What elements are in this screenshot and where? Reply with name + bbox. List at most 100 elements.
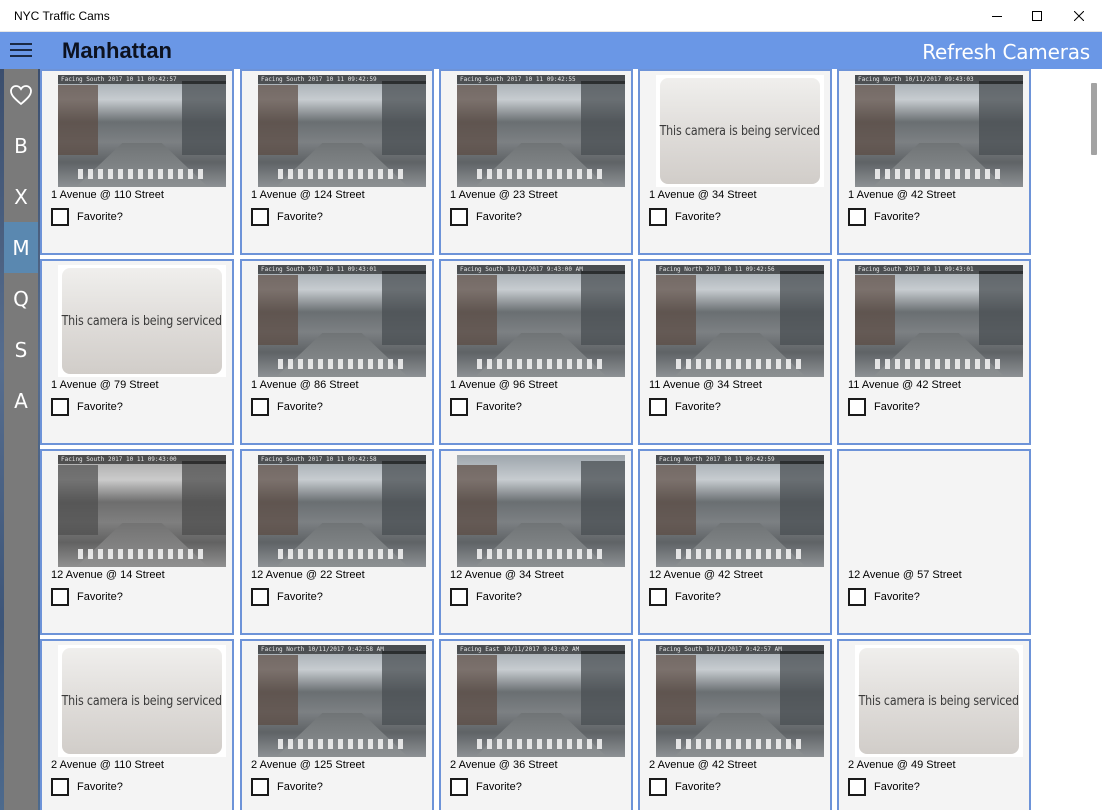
camera-tile[interactable]: This camera is being serviced 1 Avenue @ … <box>40 259 234 445</box>
favorite-checkbox[interactable] <box>251 778 269 796</box>
scrollbar-thumb[interactable] <box>1091 83 1097 155</box>
building-shape <box>855 85 895 155</box>
favorite-checkbox[interactable] <box>251 588 269 606</box>
camera-tile[interactable]: 12 Avenue @ 57 Street Favorite? <box>837 449 1031 635</box>
serviced-panel: This camera is being serviced <box>62 268 222 374</box>
favorite-checkbox[interactable] <box>450 778 468 796</box>
favorite-checkbox[interactable] <box>51 778 69 796</box>
building-shape <box>855 275 895 345</box>
camera-tile[interactable]: 12 Avenue @ 34 Street Favorite? <box>439 449 633 635</box>
camera-tile[interactable]: This camera is being serviced 1 Avenue @ … <box>638 69 832 255</box>
favorite-label: Favorite? <box>874 401 920 413</box>
crosswalk-shape <box>477 549 605 559</box>
camera-tile[interactable]: Facing North 10/11/2017 09:43:03 1 Avenue… <box>837 69 1031 255</box>
crosswalk-shape <box>477 359 605 369</box>
favorite-checkbox[interactable] <box>251 208 269 226</box>
vertical-scrollbar[interactable] <box>1086 69 1102 810</box>
building-shape <box>656 465 696 535</box>
crosswalk-shape <box>78 549 206 559</box>
favorite-checkbox[interactable] <box>848 588 866 606</box>
favorite-row: Favorite? <box>649 207 721 227</box>
favorite-checkbox[interactable] <box>848 398 866 416</box>
building-shape <box>182 461 226 535</box>
maximize-icon <box>1032 11 1042 21</box>
camera-name: 1 Avenue @ 42 Street <box>848 189 956 201</box>
rail-item-m[interactable]: M <box>4 222 38 273</box>
favorite-checkbox[interactable] <box>848 208 866 226</box>
favorite-checkbox[interactable] <box>251 398 269 416</box>
favorite-row: Favorite? <box>848 207 920 227</box>
camera-image: Facing South 10/11/2017 9:43:00 AM <box>457 265 625 377</box>
rail-item-q[interactable]: Q <box>4 273 38 324</box>
hamburger-menu-icon[interactable] <box>10 41 36 61</box>
camera-timestamp: Facing South 2017 10 11 09:42:55 <box>457 75 625 84</box>
favorite-label: Favorite? <box>874 781 920 793</box>
camera-tile[interactable]: This camera is being serviced 2 Avenue @ … <box>40 639 234 810</box>
camera-tile[interactable]: Facing South 2017 10 11 09:43:01 11 Avenu… <box>837 259 1031 445</box>
rail-item-b[interactable]: B <box>4 120 38 171</box>
rail-item-s[interactable]: S <box>4 324 38 375</box>
camera-name: 2 Avenue @ 42 Street <box>649 759 757 771</box>
camera-tile[interactable]: Facing South 2017 10 11 09:42:58 12 Avenu… <box>240 449 434 635</box>
favorite-checkbox[interactable] <box>649 778 667 796</box>
favorite-checkbox[interactable] <box>51 208 69 226</box>
camera-name: 1 Avenue @ 124 Street <box>251 189 365 201</box>
camera-image: Facing South 2017 10 11 09:43:01 <box>855 265 1023 377</box>
camera-timestamp: Facing North 10/11/2017 9:42:58 AM <box>258 645 426 654</box>
camera-tile[interactable]: Facing North 2017 10 11 09:42:56 11 Avenu… <box>638 259 832 445</box>
rail-item-label: S <box>14 337 28 362</box>
camera-serviced-image: This camera is being serviced <box>58 265 226 377</box>
favorite-checkbox[interactable] <box>450 398 468 416</box>
crosswalk-shape <box>477 739 605 749</box>
camera-name: 11 Avenue @ 42 Street <box>848 379 961 391</box>
camera-tile[interactable]: This camera is being serviced 2 Avenue @ … <box>837 639 1031 810</box>
camera-tile[interactable]: Facing South 2017 10 11 09:42:55 1 Avenue… <box>439 69 633 255</box>
camera-tile[interactable]: Facing North 10/11/2017 9:42:58 AM 2 Aven… <box>240 639 434 810</box>
favorite-checkbox[interactable] <box>450 588 468 606</box>
close-button[interactable] <box>1056 0 1102 32</box>
maximize-button[interactable] <box>1014 0 1060 32</box>
favorite-label: Favorite? <box>874 211 920 223</box>
favorite-checkbox[interactable] <box>848 778 866 796</box>
camera-timestamp: Facing North 2017 10 11 09:42:59 <box>656 455 824 464</box>
favorite-row: Favorite? <box>649 587 721 607</box>
serviced-panel: This camera is being serviced <box>859 648 1019 754</box>
favorite-row: Favorite? <box>450 777 522 797</box>
camera-tile[interactable]: Facing South 2017 10 11 09:43:01 1 Avenue… <box>240 259 434 445</box>
rail-item-a[interactable]: A <box>4 375 38 426</box>
camera-tile[interactable]: Facing South 10/11/2017 9:43:00 AM 1 Aven… <box>439 259 633 445</box>
camera-name: 1 Avenue @ 110 Street <box>51 189 164 201</box>
camera-image: Facing South 2017 10 11 09:42:58 <box>258 455 426 567</box>
camera-tile[interactable]: Facing East 10/11/2017 9:43:02 AM 2 Avenu… <box>439 639 633 810</box>
camera-tile[interactable]: Facing South 2017 10 11 09:42:57 1 Avenue… <box>40 69 234 255</box>
minimize-icon <box>992 16 1002 17</box>
camera-name: 12 Avenue @ 34 Street <box>450 569 564 581</box>
favorite-checkbox[interactable] <box>649 208 667 226</box>
building-shape <box>780 461 824 535</box>
favorite-label: Favorite? <box>77 401 123 413</box>
favorite-checkbox[interactable] <box>649 398 667 416</box>
rail-item-x[interactable]: X <box>4 171 38 222</box>
page-title: Manhattan <box>62 38 172 63</box>
favorite-checkbox[interactable] <box>51 398 69 416</box>
favorite-label: Favorite? <box>277 401 323 413</box>
camera-timestamp: Facing South 2017 10 11 09:42:57 <box>58 75 226 84</box>
window-title: NYC Traffic Cams <box>14 9 110 23</box>
building-shape <box>581 651 625 725</box>
camera-tile[interactable]: Facing South 2017 10 11 09:42:59 1 Avenue… <box>240 69 434 255</box>
camera-tile[interactable]: Facing South 2017 10 11 09:43:00 12 Avenu… <box>40 449 234 635</box>
rail-item-favorites[interactable] <box>4 69 38 120</box>
favorite-row: Favorite? <box>649 777 721 797</box>
camera-tile[interactable]: Facing South 10/11/2017 9:42:57 AM 2 Aven… <box>638 639 832 810</box>
favorite-checkbox[interactable] <box>51 588 69 606</box>
favorite-checkbox[interactable] <box>450 208 468 226</box>
building-shape <box>656 655 696 725</box>
camera-image: Facing South 2017 10 11 09:43:00 <box>58 455 226 567</box>
building-shape <box>457 85 497 155</box>
crosswalk-shape <box>676 739 804 749</box>
favorite-checkbox[interactable] <box>649 588 667 606</box>
refresh-cameras-button[interactable]: Refresh Cameras <box>922 40 1090 64</box>
camera-tile[interactable]: Facing North 2017 10 11 09:42:59 12 Avenu… <box>638 449 832 635</box>
favorite-label: Favorite? <box>476 781 522 793</box>
crosswalk-shape <box>278 169 406 179</box>
